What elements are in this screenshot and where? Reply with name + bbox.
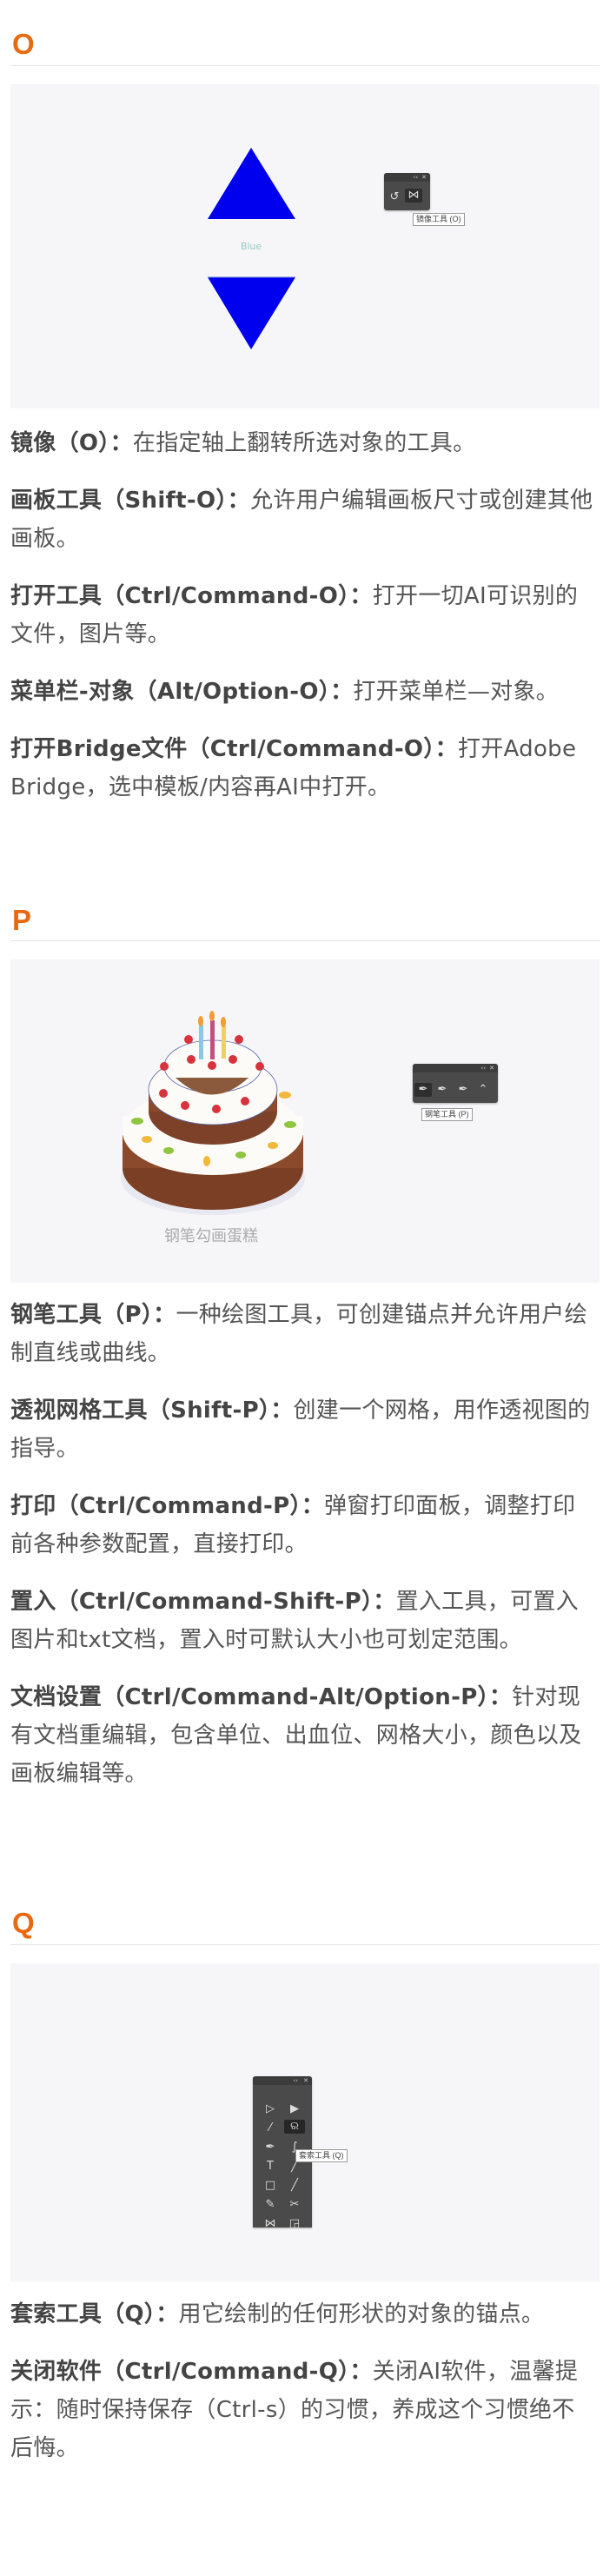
- shortcut-item: 画板工具（Shift-O）：允许用户编辑画板尺寸或创建其他画板。: [10, 481, 594, 558]
- shortcut-item: 钢笔工具（P）：一种绘图工具，可创建锚点并允许用户绘制直线或曲线。: [10, 1296, 594, 1372]
- shortcut-desc: 用它绘制的任何形状的对象的锚点。: [178, 2301, 545, 2327]
- shortcut-item: 菜单栏-对象（Alt/Option-O）：打开菜单栏—对象。: [10, 673, 594, 711]
- tooltip: 钢笔工具 (P): [421, 1108, 473, 1121]
- magic-wand-icon[interactable]: ⁄: [263, 2121, 277, 2135]
- blue-label: Blue: [240, 241, 262, 252]
- pen-icon[interactable]: ✒: [414, 1083, 432, 1097]
- section-divider: [10, 1944, 600, 1945]
- section-heading-q: Q: [12, 1907, 35, 1939]
- triangle-down: [208, 277, 295, 349]
- shortcut-item: 置入（Ctrl/Command-Shift-P）：置入工具，可置入图片和txt文…: [10, 1583, 594, 1659]
- shortcut-item: 关闭软件（Ctrl/Command-Q）：关闭AI软件，温馨提示：随时保持保存（…: [10, 2353, 594, 2467]
- lasso-icon[interactable]: ର: [284, 2120, 305, 2134]
- shortcut-term: 透视网格工具（Shift-P）：: [10, 1398, 294, 1424]
- section-heading-o: O: [12, 28, 35, 60]
- section-p-text: 钢笔工具（P）：一种绘图工具，可创建锚点并允许用户绘制直线或曲线。 透视网格工具…: [10, 1296, 594, 1812]
- shortcut-desc: 在指定轴上翻转所选对象的工具。: [132, 430, 476, 456]
- rectangle-icon[interactable]: □: [263, 2179, 277, 2193]
- add-anchor-icon[interactable]: ✒: [435, 1083, 449, 1097]
- triangles-illustration: [208, 148, 295, 349]
- shortcut-term: 打开Bridge文件（Ctrl/Command-O）：: [10, 736, 458, 762]
- reflect-icon[interactable]: ⋈: [405, 189, 422, 202]
- tooltip: 镜像工具 (O): [413, 213, 465, 226]
- shortcut-item: 透视网格工具（Shift-P）：创建一个网格，用作透视图的指导。: [10, 1391, 594, 1468]
- type-icon[interactable]: T: [263, 2160, 277, 2174]
- lasso-tool-figure: ‹‹ ✕ ▷ ▶ ⁄ ର ✒ ∫ T ╱ □ ╱ ✎ ✂ ⋈ ◲ 套索工具 (Q): [10, 1963, 600, 2281]
- brush-icon[interactable]: ╱: [288, 2179, 302, 2193]
- shortcut-term: 钢笔工具（P）：: [10, 1302, 176, 1328]
- shortcut-term: 关闭软件（Ctrl/Command-Q）：: [10, 2359, 373, 2385]
- shortcut-item: 打印（Ctrl/Command-P）：弹窗打印面板，调整打印前各种参数配置，直接…: [10, 1487, 594, 1564]
- rotate-icon[interactable]: ↺: [388, 190, 401, 204]
- shortcut-item: 打开Bridge文件（Ctrl/Command-O）：打开Adobe Bridg…: [10, 730, 594, 807]
- shortcut-term: 打印（Ctrl/Command-P）：: [10, 1493, 325, 1519]
- triangle-up: [208, 148, 295, 219]
- direct-selection-icon[interactable]: ▶: [288, 2102, 302, 2116]
- shortcut-item: 打开工具（Ctrl/Command-O）：打开一切AI可识别的文件，图片等。: [10, 577, 594, 654]
- section-q-text: 套索工具（Q）：用它绘制的任何形状的对象的锚点。 关闭软件（Ctrl/Comma…: [10, 2295, 594, 2486]
- pen-icon[interactable]: ✒: [263, 2141, 277, 2154]
- shortcut-term: 镜像（O）：: [10, 430, 133, 456]
- section-divider: [10, 65, 600, 66]
- delete-anchor-icon[interactable]: ✒: [456, 1083, 470, 1097]
- scissors-icon[interactable]: ✂: [288, 2198, 302, 2212]
- section-heading-p: P: [12, 904, 32, 936]
- tooltip: 套索工具 (Q): [295, 2149, 348, 2162]
- shortcut-term: 套索工具（Q）：: [10, 2301, 179, 2327]
- shortcut-item: 文档设置（Ctrl/Command-Alt/Option-P）：针对现有文档重编…: [10, 1678, 594, 1793]
- pencil-icon[interactable]: ✎: [263, 2198, 277, 2212]
- shortcut-term: 画板工具（Shift-O）：: [10, 488, 250, 514]
- section-divider: [10, 940, 600, 941]
- shortcut-term: 置入（Ctrl/Command-Shift-P）：: [10, 1589, 396, 1615]
- shortcut-item: 镜像（O）：在指定轴上翻转所选对象的工具。: [10, 424, 594, 462]
- tool-panel: ‹‹ ✕ ✒ ✒ ✒ ⌃: [413, 1064, 498, 1103]
- shortcut-desc: 打开菜单栏—对象。: [353, 679, 560, 705]
- cake-illustration: [121, 1011, 305, 1215]
- reflect-tool-figure: Blue ‹‹ ✕ ↺ ⋈ 镜像工具 (O): [10, 84, 600, 408]
- section-o-text: 镜像（O）：在指定轴上翻转所选对象的工具。 画板工具（Shift-O）：允许用户…: [10, 424, 594, 826]
- scale-icon[interactable]: ◲: [288, 2217, 302, 2231]
- shortcut-term: 打开工具（Ctrl/Command-O）：: [10, 583, 373, 609]
- shortcut-item: 套索工具（Q）：用它绘制的任何形状的对象的锚点。: [10, 2295, 594, 2334]
- pen-tool-figure: 钢笔勾画蛋糕 ‹‹ ✕ ✒ ✒ ✒ ⌃ 钢笔工具 (P): [10, 959, 600, 1283]
- shortcut-term: 文档设置（Ctrl/Command-Alt/Option-P）：: [10, 1684, 513, 1710]
- width-icon[interactable]: ⋈: [263, 2217, 277, 2231]
- shortcut-term: 菜单栏-对象（Alt/Option-O）：: [10, 679, 354, 705]
- cake-caption: 钢笔勾画蛋糕: [164, 1227, 258, 1245]
- tool-panel: ‹‹ ✕ ↺ ⋈: [384, 173, 430, 210]
- anchor-point-icon[interactable]: ⌃: [476, 1083, 490, 1097]
- selection-icon[interactable]: ▷: [263, 2102, 277, 2116]
